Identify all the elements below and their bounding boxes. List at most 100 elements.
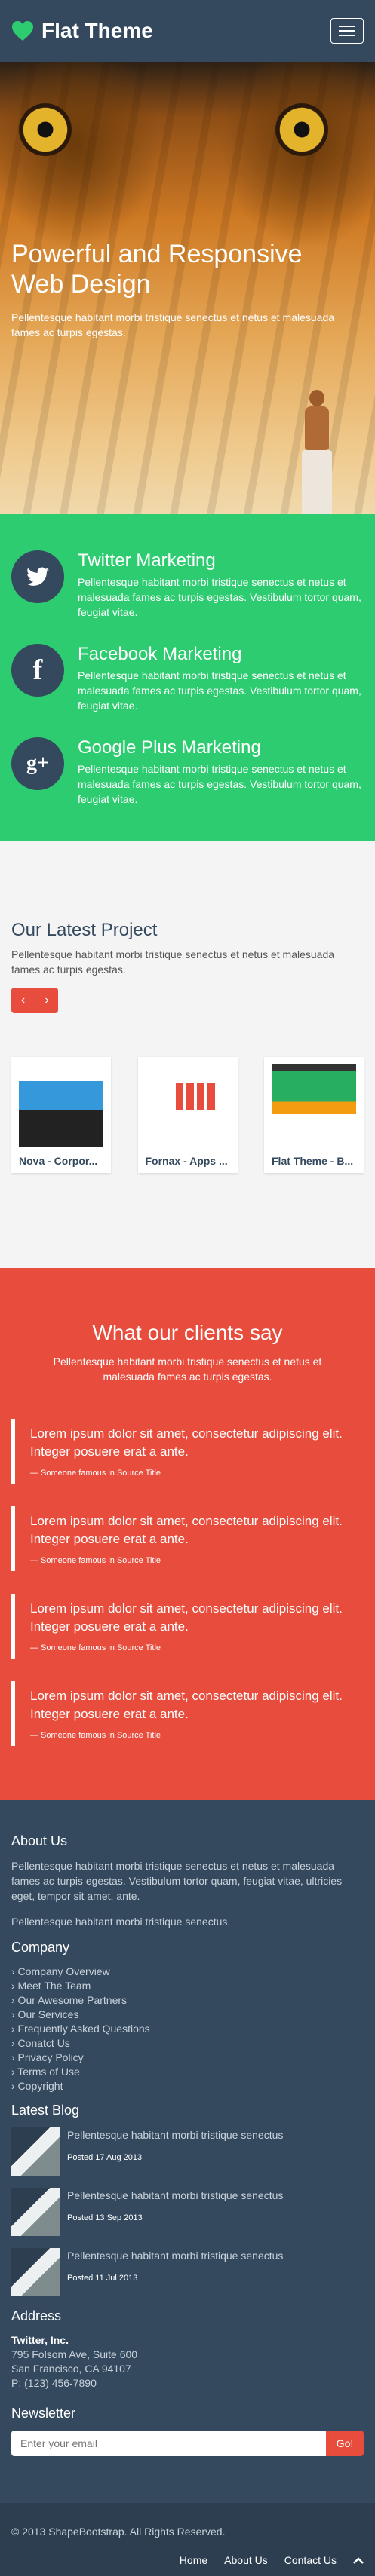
project-thumbnail[interactable] [272,1064,356,1147]
services-section: Twitter Marketing Pellentesque habitant … [0,514,375,841]
testimonial-quote: Lorem ipsum dolor sit amet, consectetur … [11,1419,364,1484]
company-link[interactable]: › Copyright [11,2079,364,2094]
company-title: Company [11,1940,70,1955]
footer-link-contact[interactable]: Contact Us [284,2554,337,2566]
bottom-info-section: About Us Pellentesque habitant morbi tri… [0,1800,375,2503]
copyright: © 2013 ShapeBootstrap. All Rights Reserv… [11,2525,226,2538]
blog-post-title[interactable]: Pellentesque habitant morbi tristique se… [67,2127,283,2143]
project-name[interactable]: Flat Theme - B... [272,1155,356,1167]
newsletter-form: Go! [11,2431,364,2456]
projects-section: Our Latest Project Pellentesque habitant… [0,841,375,1268]
blog-post-title[interactable]: Pellentesque habitant morbi tristique se… [67,2188,283,2203]
newsletter-submit-button[interactable]: Go! [326,2431,364,2456]
project-card[interactable]: Flat Theme - B... [264,1057,364,1173]
carousel-prev-button[interactable]: ‹ [11,988,35,1013]
menu-toggle-button[interactable] [330,18,364,44]
company-link[interactable]: › Meet The Team [11,1979,364,1993]
company-link[interactable]: › Company Overview [11,1965,364,1979]
company-link[interactable]: › Terms of Use [11,2065,364,2079]
blog-post-title[interactable]: Pellentesque habitant morbi tristique se… [67,2248,283,2263]
hero-subtitle: Pellentesque habitant morbi tristique se… [11,311,335,338]
blog-thumbnail[interactable] [11,2127,60,2176]
address-line: 795 Folsom Ave, Suite 600 [11,2348,138,2360]
service-text: Pellentesque habitant morbi tristique se… [78,669,361,712]
project-name[interactable]: Nova - Corpor... [19,1155,103,1167]
chevron-up-icon[interactable] [353,2556,364,2564]
address-phone: P: (123) 456-7890 [11,2377,97,2389]
tiger-eye-image [0,100,91,160]
testimonial-list: Lorem ipsum dolor sit amet, consectetur … [11,1419,364,1746]
footer-nav: Home About Us Contact Us [180,2554,364,2566]
quote-text: Lorem ipsum dolor sit amet, consectetur … [30,1689,343,1721]
footer: © 2013 ShapeBootstrap. All Rights Reserv… [0,2503,375,2576]
project-thumbnail[interactable] [19,1064,103,1147]
testimonial-quote: Lorem ipsum dolor sit amet, consectetur … [11,1681,364,1746]
blog-post-date: Posted 13 Sep 2013 [67,2213,143,2222]
carousel-controls: ‹ › [11,988,364,1013]
quote-source: — Someone famous in Source Title [30,1643,161,1652]
chevron-right-icon: › [45,994,49,1006]
quote-source: — Someone famous in Source Title [30,1469,161,1478]
company-link[interactable]: › Conatct Us [11,2036,364,2051]
service-title: Google Plus Marketing [78,737,261,758]
service-item: f Facebook Marketing Pellentesque habita… [11,644,364,713]
blog-thumbnail[interactable] [11,2248,60,2296]
newsletter-email-input[interactable] [11,2431,326,2456]
projects-subtitle: Pellentesque habitant morbi tristique se… [11,948,335,976]
newsletter-title: Newsletter [11,2406,76,2421]
facebook-icon: f [11,644,64,697]
blog-post-date: Posted 17 Aug 2013 [67,2153,143,2162]
company-link[interactable]: › Our Services [11,2008,364,2022]
hero-title: Powerful and Responsive Web Design [11,240,303,299]
quote-text: Lorem ipsum dolor sit amet, consectetur … [30,1426,343,1459]
project-thumbnail[interactable] [145,1064,230,1147]
address-company: Twitter, Inc. [11,2334,69,2346]
blog-post: Pellentesque habitant morbi tristique se… [11,2127,364,2176]
company-link[interactable]: › Frequently Asked Questions [11,2022,364,2036]
projects-title: Our Latest Project [11,920,158,940]
hero-banner: Powerful and Responsive Web Design Pelle… [0,62,375,514]
testimonial-quote: Lorem ipsum dolor sit amet, consectetur … [11,1506,364,1571]
project-name[interactable]: Fornax - Apps ... [146,1155,230,1167]
about-text: Pellentesque habitant morbi tristique se… [11,1916,231,1928]
quote-text: Lorem ipsum dolor sit amet, consectetur … [30,1601,343,1634]
company-link[interactable]: › Our Awesome Partners [11,1993,364,2008]
hero-person-image [294,390,340,514]
hamburger-icon [339,26,355,27]
about-title: About Us [11,1833,68,1849]
blog-post: Pellentesque habitant morbi tristique se… [11,2248,364,2296]
blog-post: Pellentesque habitant morbi tristique se… [11,2188,364,2236]
brand-link[interactable]: Flat Theme [11,19,153,43]
address-title: Address [11,2308,62,2323]
quote-source: — Someone famous in Source Title [30,1731,161,1740]
company-link[interactable]: › Privacy Policy [11,2051,364,2065]
service-text: Pellentesque habitant morbi tristique se… [78,576,361,618]
hamburger-icon [339,30,355,32]
navbar: Flat Theme [0,0,375,62]
service-item: Twitter Marketing Pellentesque habitant … [11,550,364,620]
google-plus-icon: g+ [11,737,64,790]
project-card[interactable]: Nova - Corpor... [11,1057,111,1173]
service-item: g+ Google Plus Marketing Pellentesque ha… [11,737,364,807]
facebook-glyph: f [32,654,43,686]
testimonials-subtitle: Pellentesque habitant morbi tristique se… [53,1355,322,1383]
heart-icon [12,21,33,41]
project-card[interactable]: Fornax - Apps ... [137,1057,238,1173]
testimonial-quote: Lorem ipsum dolor sit amet, consectetur … [11,1594,364,1659]
about-text: Pellentesque habitant morbi tristique se… [11,1860,343,1902]
address-line: San Francisco, CA 94107 [11,2363,131,2375]
carousel-next-button[interactable]: › [35,988,58,1013]
service-text: Pellentesque habitant morbi tristique se… [78,763,361,805]
twitter-icon [11,550,64,603]
hamburger-icon [339,35,355,36]
project-list: Nova - Corpor... Fornax - Apps ... Flat … [11,1057,364,1173]
blog-thumbnail[interactable] [11,2188,60,2236]
testimonials-title: What our clients say [92,1321,283,1344]
footer-link-home[interactable]: Home [180,2554,207,2566]
chevron-left-icon: ‹ [20,994,26,1006]
footer-link-about[interactable]: About Us [224,2554,268,2566]
quote-source: — Someone famous in Source Title [30,1556,161,1565]
testimonials-section: What our clients say Pellentesque habita… [0,1268,375,1800]
quote-text: Lorem ipsum dolor sit amet, consectetur … [30,1514,343,1546]
brand-name: Flat Theme [41,19,153,42]
